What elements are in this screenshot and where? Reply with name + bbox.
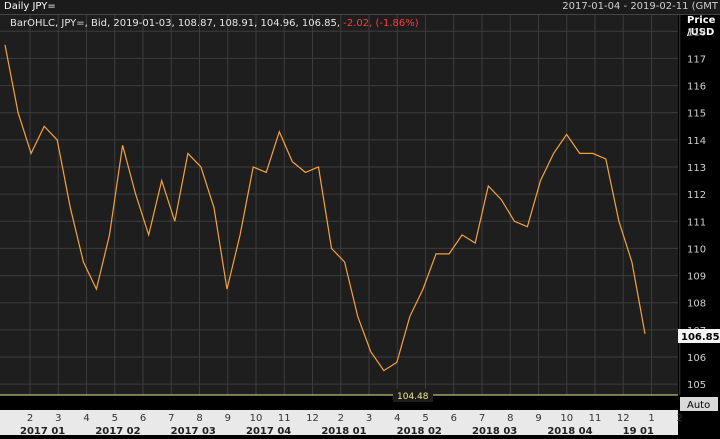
x-tick-label: 4 bbox=[83, 413, 89, 424]
y-tick-label: 108 bbox=[687, 299, 706, 310]
x-tick-label: 2 bbox=[677, 413, 683, 424]
x-tick-label: 11 bbox=[278, 413, 291, 424]
chart-area[interactable]: Price /USD 10510610710810911011111211311… bbox=[0, 15, 720, 437]
x-tick-label: 6 bbox=[451, 413, 457, 424]
x-tick-label: 8 bbox=[196, 413, 202, 424]
y-tick-label: 105 bbox=[687, 380, 706, 391]
x-tick-label: 10 bbox=[250, 413, 263, 424]
x-tick-label: 6 bbox=[140, 413, 146, 424]
x-period-label: 2018 03 bbox=[472, 426, 517, 435]
y-tick-label: 114 bbox=[687, 136, 706, 147]
x-tick-label: 10 bbox=[560, 413, 573, 424]
x-tick-label: 3 bbox=[55, 413, 61, 424]
x-period-label: 2017 01 bbox=[20, 426, 65, 435]
x-tick-label: 1 bbox=[648, 413, 654, 424]
x-period-label: 2017 04 bbox=[246, 426, 291, 435]
x-tick-label: 5 bbox=[422, 413, 428, 424]
auto-label: Auto bbox=[687, 400, 710, 411]
price-chart[interactable]: Price /USD 10510610710810911011111211311… bbox=[0, 15, 720, 437]
y-tick-label: 111 bbox=[687, 217, 706, 228]
legend-text: BarOHLC, JPY=, Bid, 2019-01-03, 108.87, … bbox=[10, 18, 341, 29]
x-tick-label: 7 bbox=[168, 413, 174, 424]
x-tick-label: 9 bbox=[535, 413, 541, 424]
x-tick-label: 5 bbox=[112, 413, 118, 424]
current-price-badge: 106.85 bbox=[678, 329, 720, 343]
plot-background bbox=[0, 15, 678, 395]
x-tick-label: 9 bbox=[225, 413, 231, 424]
current-price-value: 106.85 bbox=[681, 332, 720, 343]
x-period-label: 19 01 bbox=[623, 426, 654, 435]
x-tick-label: 4 bbox=[394, 413, 400, 424]
y-tick-label: 116 bbox=[687, 82, 706, 93]
x-period-label: 2018 04 bbox=[547, 426, 592, 435]
y-tick-label: 110 bbox=[687, 244, 706, 255]
y-tick-label: 117 bbox=[687, 54, 706, 65]
x-period-label: 2017 02 bbox=[95, 426, 140, 435]
x-tick-label: 11 bbox=[589, 413, 602, 424]
x-period-label: 2018 02 bbox=[397, 426, 442, 435]
chart-title: Daily JPY= bbox=[4, 1, 56, 12]
x-tick-label: 2 bbox=[338, 413, 344, 424]
title-bar: Daily JPY= 2017-01-04 - 2019-02-11 (GMT bbox=[0, 0, 720, 15]
y-tick-label: 113 bbox=[687, 163, 706, 174]
x-tick-label: 3 bbox=[366, 413, 372, 424]
y-tick-label: 109 bbox=[687, 272, 706, 283]
legend-change: -2.02, (-1.86%) bbox=[343, 18, 419, 29]
y-tick-label: 118 bbox=[687, 27, 706, 38]
auto-scale-button[interactable]: Auto bbox=[680, 397, 718, 411]
low-marker-value: 104.48 bbox=[397, 392, 429, 402]
x-tick-label: 2 bbox=[27, 413, 33, 424]
y-tick-label: 115 bbox=[687, 109, 706, 120]
x-tick-label: 8 bbox=[507, 413, 513, 424]
x-period-label: 2018 01 bbox=[321, 426, 366, 435]
y-tick-label: 112 bbox=[687, 190, 706, 201]
x-tick-label: 12 bbox=[617, 413, 630, 424]
x-period-label: 2017 03 bbox=[171, 426, 216, 435]
y-tick-label: 106 bbox=[687, 353, 706, 364]
y-axis-title-line1: Price bbox=[687, 15, 716, 26]
x-tick-label: 12 bbox=[306, 413, 319, 424]
legend: BarOHLC, JPY=, Bid, 2019-01-03, 108.87, … bbox=[10, 17, 419, 30]
date-range: 2017-01-04 - 2019-02-11 (GMT bbox=[562, 1, 718, 12]
x-tick-label: 7 bbox=[479, 413, 485, 424]
